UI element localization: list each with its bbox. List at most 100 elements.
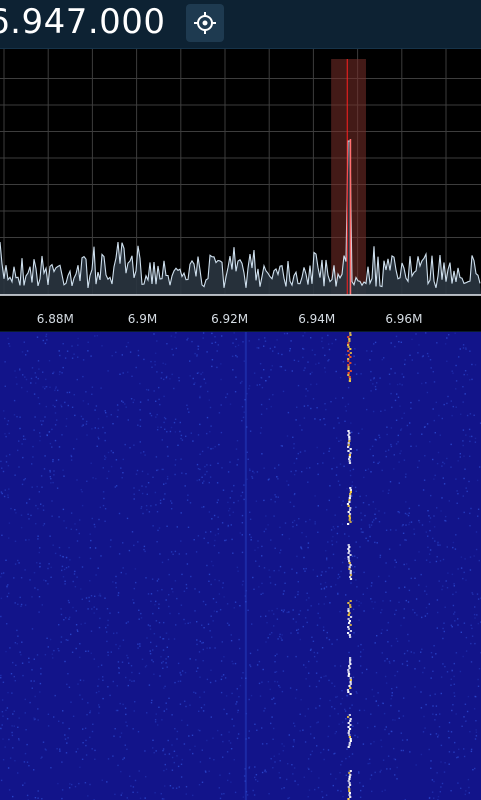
waterfall-noise-speck bbox=[186, 587, 188, 589]
waterfall-signal-pixel bbox=[347, 350, 350, 352]
waterfall-noise-speck bbox=[466, 490, 468, 493]
waterfall-noise-speck bbox=[42, 741, 45, 743]
waterfall-noise-speck bbox=[15, 376, 17, 379]
waterfall-noise-speck bbox=[441, 497, 443, 499]
waterfall-noise-speck bbox=[252, 789, 254, 792]
waterfall-noise-speck bbox=[307, 481, 309, 483]
waterfall-noise-speck bbox=[59, 554, 62, 557]
waterfall-noise-speck bbox=[407, 601, 410, 603]
waterfall-noise-speck bbox=[420, 573, 422, 576]
waterfall-noise-speck bbox=[118, 512, 121, 515]
waterfall-noise-speck bbox=[26, 390, 28, 393]
waterfall-noise-speck bbox=[339, 576, 341, 578]
waterfall-noise-speck bbox=[428, 603, 430, 605]
waterfall-noise-speck bbox=[133, 399, 135, 401]
waterfall-noise-speck bbox=[67, 673, 69, 675]
waterfall-noise-speck bbox=[436, 627, 438, 629]
waterfall-signal-pixel bbox=[348, 736, 351, 738]
waterfall-signal-pixel bbox=[347, 368, 350, 370]
waterfall-noise-speck bbox=[112, 680, 114, 683]
waterfall-noise-speck bbox=[22, 374, 24, 376]
waterfall-noise-speck bbox=[363, 476, 365, 479]
waterfall-noise-speck bbox=[80, 588, 82, 590]
waterfall-noise-speck bbox=[126, 725, 128, 727]
waterfall-noise-speck bbox=[456, 502, 458, 504]
waterfall-noise-speck bbox=[157, 724, 159, 726]
waterfall-noise-speck bbox=[161, 589, 163, 591]
waterfall-noise-speck bbox=[374, 725, 376, 728]
waterfall-noise-speck bbox=[58, 373, 61, 376]
waterfall-noise-speck bbox=[316, 652, 319, 654]
waterfall-noise-speck bbox=[73, 394, 75, 396]
waterfall-noise-speck bbox=[98, 704, 100, 706]
waterfall-noise-speck bbox=[471, 435, 473, 438]
waterfall-noise-speck bbox=[257, 546, 259, 549]
waterfall-noise-speck bbox=[457, 493, 459, 495]
center-on-frequency-button[interactable] bbox=[186, 4, 224, 42]
waterfall-noise-speck bbox=[168, 594, 170, 596]
waterfall-noise-speck bbox=[261, 386, 264, 389]
waterfall-noise-speck bbox=[446, 671, 449, 673]
waterfall-noise-speck bbox=[273, 515, 275, 517]
waterfall-noise-speck bbox=[477, 678, 479, 681]
waterfall-noise-speck bbox=[155, 456, 158, 458]
waterfall-signal-pixel bbox=[349, 334, 352, 336]
waterfall-noise-speck bbox=[171, 373, 173, 376]
waterfall-noise-speck bbox=[67, 599, 70, 602]
waterfall-signal-pixel bbox=[349, 659, 352, 661]
waterfall-noise-speck bbox=[463, 755, 466, 758]
waterfall-noise-speck bbox=[356, 599, 358, 602]
waterfall-noise-speck bbox=[329, 699, 331, 702]
waterfall-noise-speck bbox=[0, 727, 2, 729]
waterfall-noise-speck bbox=[185, 793, 187, 795]
waterfall-noise-speck bbox=[323, 418, 325, 420]
waterfall-noise-speck bbox=[450, 466, 452, 468]
waterfall-noise-speck bbox=[115, 709, 118, 712]
waterfall-signal-pixel bbox=[348, 338, 351, 340]
waterfall-noise-speck bbox=[330, 773, 332, 775]
waterfall-noise-speck bbox=[220, 660, 223, 662]
waterfall-noise-speck bbox=[37, 708, 39, 710]
waterfall-noise-speck bbox=[9, 345, 11, 347]
waterfall-noise-speck bbox=[264, 770, 266, 773]
waterfall-noise-speck bbox=[287, 763, 289, 765]
waterfall-noise-speck bbox=[19, 368, 21, 370]
waterfall-noise-speck bbox=[54, 424, 57, 426]
waterfall-noise-speck bbox=[208, 481, 210, 484]
waterfall-noise-speck bbox=[396, 393, 398, 395]
waterfall-noise-speck bbox=[351, 481, 354, 483]
waterfall-noise-speck bbox=[151, 366, 153, 368]
waterfall-noise-speck bbox=[384, 789, 386, 791]
waterfall-noise-speck bbox=[86, 480, 88, 482]
waterfall-noise-speck bbox=[281, 743, 283, 745]
waterfall-noise-speck bbox=[38, 491, 40, 493]
waterfall-noise-speck bbox=[380, 632, 383, 634]
waterfall-noise-speck bbox=[416, 614, 418, 616]
waterfall-noise-speck bbox=[210, 560, 213, 563]
waterfall-noise-speck bbox=[281, 353, 283, 356]
waterfall-noise-speck bbox=[117, 409, 119, 411]
waterfall-noise-speck bbox=[276, 653, 278, 655]
waterfall-noise-speck bbox=[410, 407, 412, 410]
waterfall-noise-speck bbox=[168, 697, 170, 699]
waterfall-signal-pixel bbox=[349, 600, 352, 602]
waterfall-display[interactable] bbox=[0, 332, 481, 800]
waterfall-noise-speck bbox=[395, 335, 398, 338]
waterfall-noise-speck bbox=[335, 338, 337, 341]
waterfall-noise-speck bbox=[134, 568, 137, 570]
waterfall-noise-speck bbox=[403, 563, 405, 566]
waterfall-noise-speck bbox=[133, 444, 135, 446]
waterfall-noise-speck bbox=[241, 584, 244, 586]
waterfall-noise-speck bbox=[354, 486, 357, 489]
frequency-display[interactable]: 6.947.000 bbox=[0, 0, 166, 46]
waterfall-noise-speck bbox=[302, 729, 304, 731]
waterfall-noise-speck bbox=[208, 511, 211, 513]
waterfall-noise-speck bbox=[38, 403, 41, 405]
spectrum-plot[interactable]: 6.88M6.9M6.92M6.94M6.96M6. bbox=[0, 49, 481, 331]
waterfall-noise-speck bbox=[432, 713, 434, 715]
waterfall-signal-pixel bbox=[348, 744, 351, 746]
waterfall-noise-speck bbox=[331, 643, 333, 645]
waterfall-noise-speck bbox=[161, 468, 163, 471]
waterfall-noise-speck bbox=[33, 658, 35, 660]
waterfall-noise-speck bbox=[263, 499, 265, 502]
